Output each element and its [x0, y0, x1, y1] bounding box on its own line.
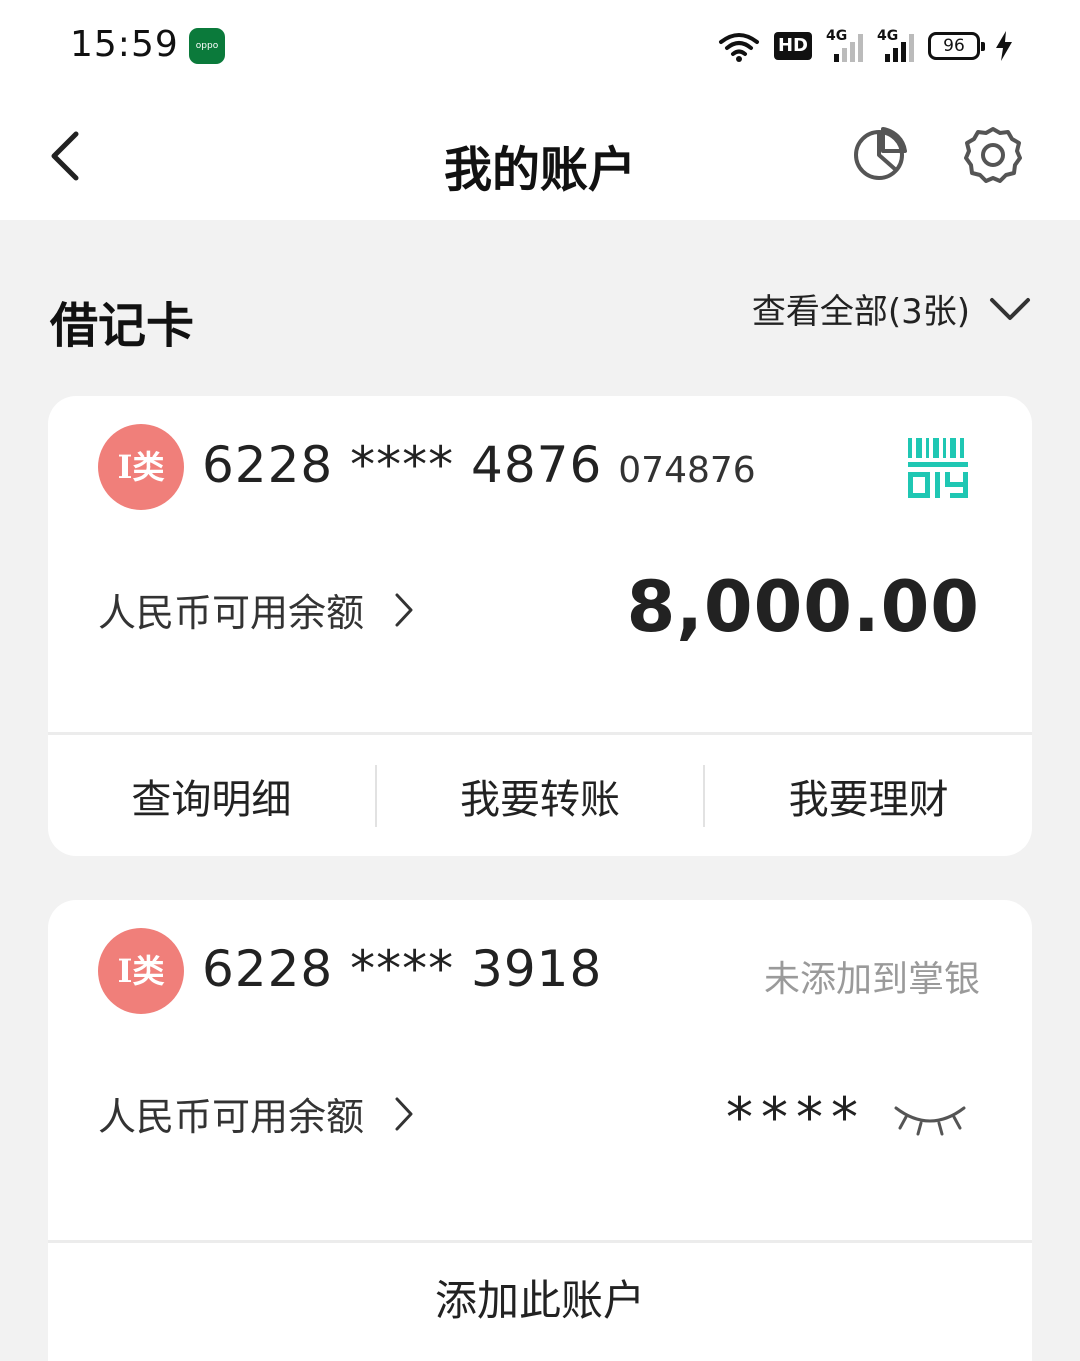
page-title: 我的账户	[443, 142, 636, 198]
card-type-badge: I类	[98, 928, 184, 1014]
view-all-cards-button[interactable]: 查看全部(3张)	[752, 284, 1032, 333]
add-account-button[interactable]: 添加此账户	[48, 1242, 1032, 1360]
status-bar: 15:59 oppo HD 4G 4G 96	[0, 0, 1080, 92]
chevron-down-icon	[990, 297, 1030, 320]
balance-masked: ****	[726, 1086, 866, 1149]
card-actions: 查询明细 我要转账 我要理财	[48, 736, 1032, 856]
hd-voice-icon: HD	[773, 32, 812, 60]
pie-chart-icon	[854, 127, 907, 180]
balance-label-link[interactable]: 人民币可用余额	[98, 582, 414, 637]
balance-label-link[interactable]: 人民币可用余额	[98, 1086, 414, 1141]
status-indicators: HD 4G 4G 96	[718, 26, 1014, 66]
divider	[48, 732, 1032, 735]
battery-icon: 96	[928, 32, 985, 60]
gear-icon	[964, 127, 1022, 183]
card-number: 6228 **** 4876 074876	[202, 436, 756, 494]
card-status-label: 未添加到掌银	[763, 959, 980, 1000]
view-all-label: 查看全部(3张)	[751, 292, 970, 332]
signal-1-icon: 4G	[826, 28, 863, 62]
debit-card-2: I类 6228 **** 3918 未添加到掌银 人民币可用余额 **** 添加…	[48, 900, 1032, 1361]
app-notification-icon: oppo	[189, 28, 225, 64]
network-type-1: 4G	[826, 28, 848, 44]
qr-code-icon	[908, 438, 968, 498]
signal-2-icon: 4G	[877, 28, 914, 62]
transfer-button[interactable]: 我要转账	[377, 767, 704, 825]
card-number: 6228 **** 3918	[202, 940, 603, 998]
chevron-right-icon	[395, 1097, 413, 1130]
wealth-management-button[interactable]: 我要理财	[705, 767, 1032, 825]
settings-button[interactable]	[962, 124, 1024, 186]
query-details-button[interactable]: 查询明细	[48, 767, 375, 825]
debit-card-1: I类 6228 **** 4876 074876 人民币可用余额 8,000.0…	[48, 396, 1032, 856]
chevron-right-icon	[395, 593, 413, 626]
section-title-debit-card: 借记卡	[50, 298, 195, 354]
eye-closed-icon[interactable]	[892, 1100, 968, 1136]
card-number-masked: 6228 **** 4876	[202, 436, 603, 494]
balance-amount: 8,000.00	[626, 566, 980, 648]
card-number-suffix: 074876	[618, 450, 756, 491]
nav-bar: 我的账户	[0, 92, 1080, 220]
analysis-button[interactable]	[848, 124, 910, 186]
status-time: 15:59	[70, 24, 179, 65]
wifi-icon	[718, 33, 759, 62]
network-type-2: 4G	[877, 28, 899, 44]
balance-label: 人民币可用余额	[98, 1095, 365, 1139]
qr-code-button[interactable]	[906, 436, 970, 500]
balance-label: 人民币可用余额	[98, 591, 365, 635]
card-type-badge: I类	[98, 424, 184, 510]
charging-icon	[996, 31, 1012, 61]
hidden-balance: ****	[726, 1086, 968, 1149]
